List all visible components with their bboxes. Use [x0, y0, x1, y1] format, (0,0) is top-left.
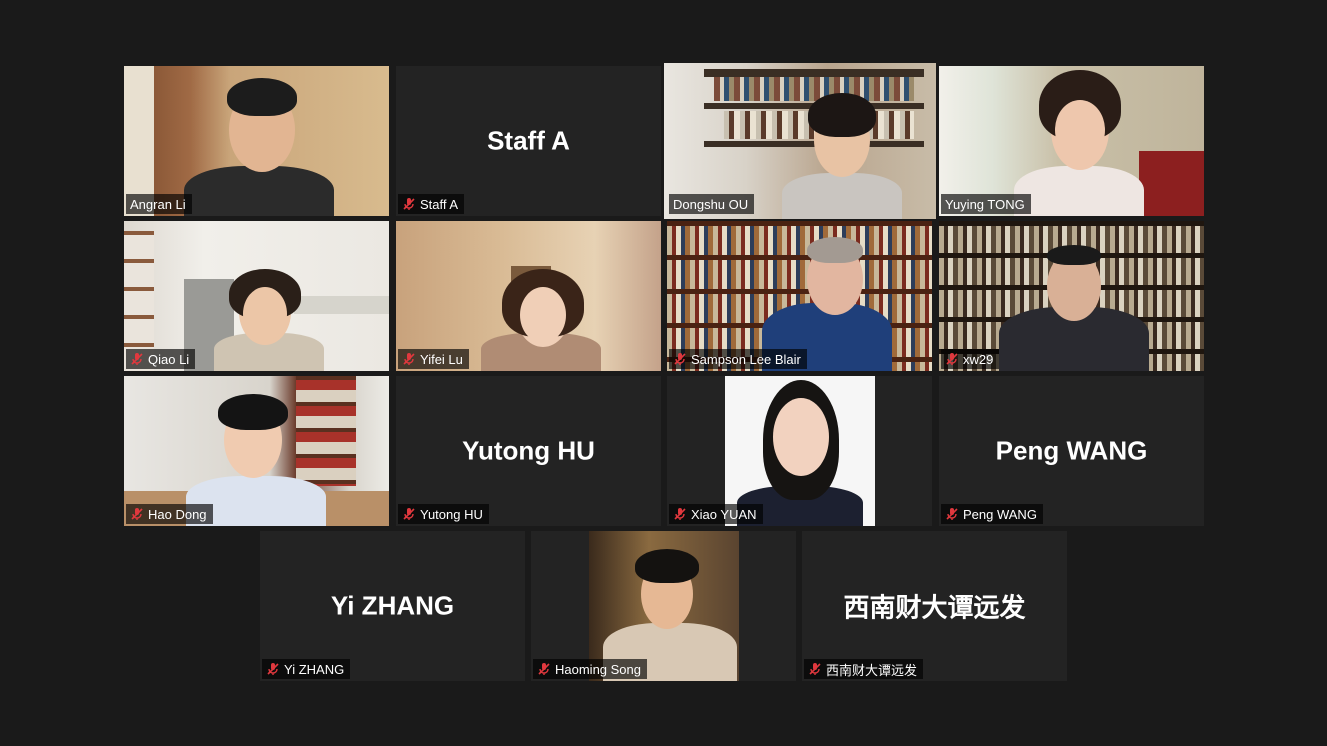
muted-mic-icon	[809, 663, 821, 675]
name-tag: Yifei Lu	[398, 349, 469, 369]
video-tile-peng-wang[interactable]: Peng WANG Peng WANG	[939, 376, 1204, 526]
muted-mic-icon	[946, 508, 958, 520]
participant-name: Xiao YUAN	[691, 506, 757, 522]
name-tag: Hao Dong	[126, 504, 213, 524]
name-tag: Staff A	[398, 194, 465, 214]
muted-mic-icon	[403, 198, 415, 210]
name-tag: Yi ZHANG	[262, 659, 351, 679]
participant-name: Staff A	[420, 196, 459, 212]
participant-name: Yutong HU	[420, 506, 483, 522]
video-tile-angran-li[interactable]: Angran Li	[124, 66, 389, 216]
video-tile-yuying-tong[interactable]: Yuying TONG	[939, 66, 1204, 216]
video-tile-dongshu-ou[interactable]: Dongshu OU	[664, 63, 936, 219]
display-name: 西南财大谭远发	[843, 593, 1026, 624]
muted-mic-icon	[131, 353, 143, 365]
muted-mic-icon	[538, 663, 550, 675]
name-tag: Xiao YUAN	[669, 504, 763, 524]
participant-name: Hao Dong	[148, 506, 207, 522]
participant-name: Angran Li	[130, 196, 186, 212]
video-tile-haoming-song[interactable]: Haoming Song	[531, 531, 796, 681]
video-tile-sampson-lee-blair[interactable]: Sampson Lee Blair	[667, 221, 932, 371]
video-tile-xiao-yuan[interactable]: Xiao YUAN	[667, 376, 932, 526]
name-tag: Dongshu OU	[669, 194, 755, 214]
participant-name: Dongshu OU	[673, 196, 749, 212]
name-tag: Qiao Li	[126, 349, 196, 369]
video-tile-qiao-li[interactable]: Qiao Li	[124, 221, 389, 371]
participant-name: Yifei Lu	[420, 351, 463, 367]
muted-mic-icon	[403, 353, 415, 365]
participant-name: Peng WANG	[963, 506, 1037, 522]
participant-name: Sampson Lee Blair	[691, 351, 801, 367]
participant-name: Haoming Song	[555, 661, 641, 677]
display-name: Peng WANG	[995, 435, 1148, 466]
display-name: Staff A	[487, 125, 570, 156]
name-tag: Sampson Lee Blair	[669, 349, 807, 369]
muted-mic-icon	[674, 508, 686, 520]
video-tile-yi-zhang[interactable]: Yi ZHANG Yi ZHANG	[260, 531, 525, 681]
muted-mic-icon	[403, 508, 415, 520]
name-tag: 西南财大谭远发	[804, 659, 924, 679]
participant-name: 西南财大谭远发	[826, 662, 918, 678]
participant-name: Qiao Li	[148, 351, 190, 367]
display-name: Yi ZHANG	[330, 590, 455, 621]
name-tag: Yuying TONG	[941, 194, 1031, 214]
muted-mic-icon	[267, 663, 279, 675]
name-tag: Haoming Song	[533, 659, 647, 679]
participant-name: Yuying TONG	[945, 196, 1025, 212]
name-tag: Angran Li	[126, 194, 192, 214]
muted-mic-icon	[946, 353, 958, 365]
video-tile-yutong-hu[interactable]: Yutong HU Yutong HU	[396, 376, 661, 526]
video-tile-tan-yuanfa[interactable]: 西南财大谭远发 西南财大谭远发	[802, 531, 1067, 681]
participant-name: Yi ZHANG	[284, 661, 345, 677]
participant-name: xw29	[963, 351, 994, 367]
video-tile-hao-dong[interactable]: Hao Dong	[124, 376, 389, 526]
name-tag: xw29	[941, 349, 1000, 369]
display-name: Yutong HU	[462, 435, 595, 466]
video-tile-yifei-lu[interactable]: Yifei Lu	[396, 221, 661, 371]
name-tag: Yutong HU	[398, 504, 489, 524]
video-tile-xw29[interactable]: xw29	[939, 221, 1204, 371]
video-tile-staff-a[interactable]: Staff A Staff A	[396, 66, 661, 216]
muted-mic-icon	[131, 508, 143, 520]
name-tag: Peng WANG	[941, 504, 1043, 524]
muted-mic-icon	[674, 353, 686, 365]
